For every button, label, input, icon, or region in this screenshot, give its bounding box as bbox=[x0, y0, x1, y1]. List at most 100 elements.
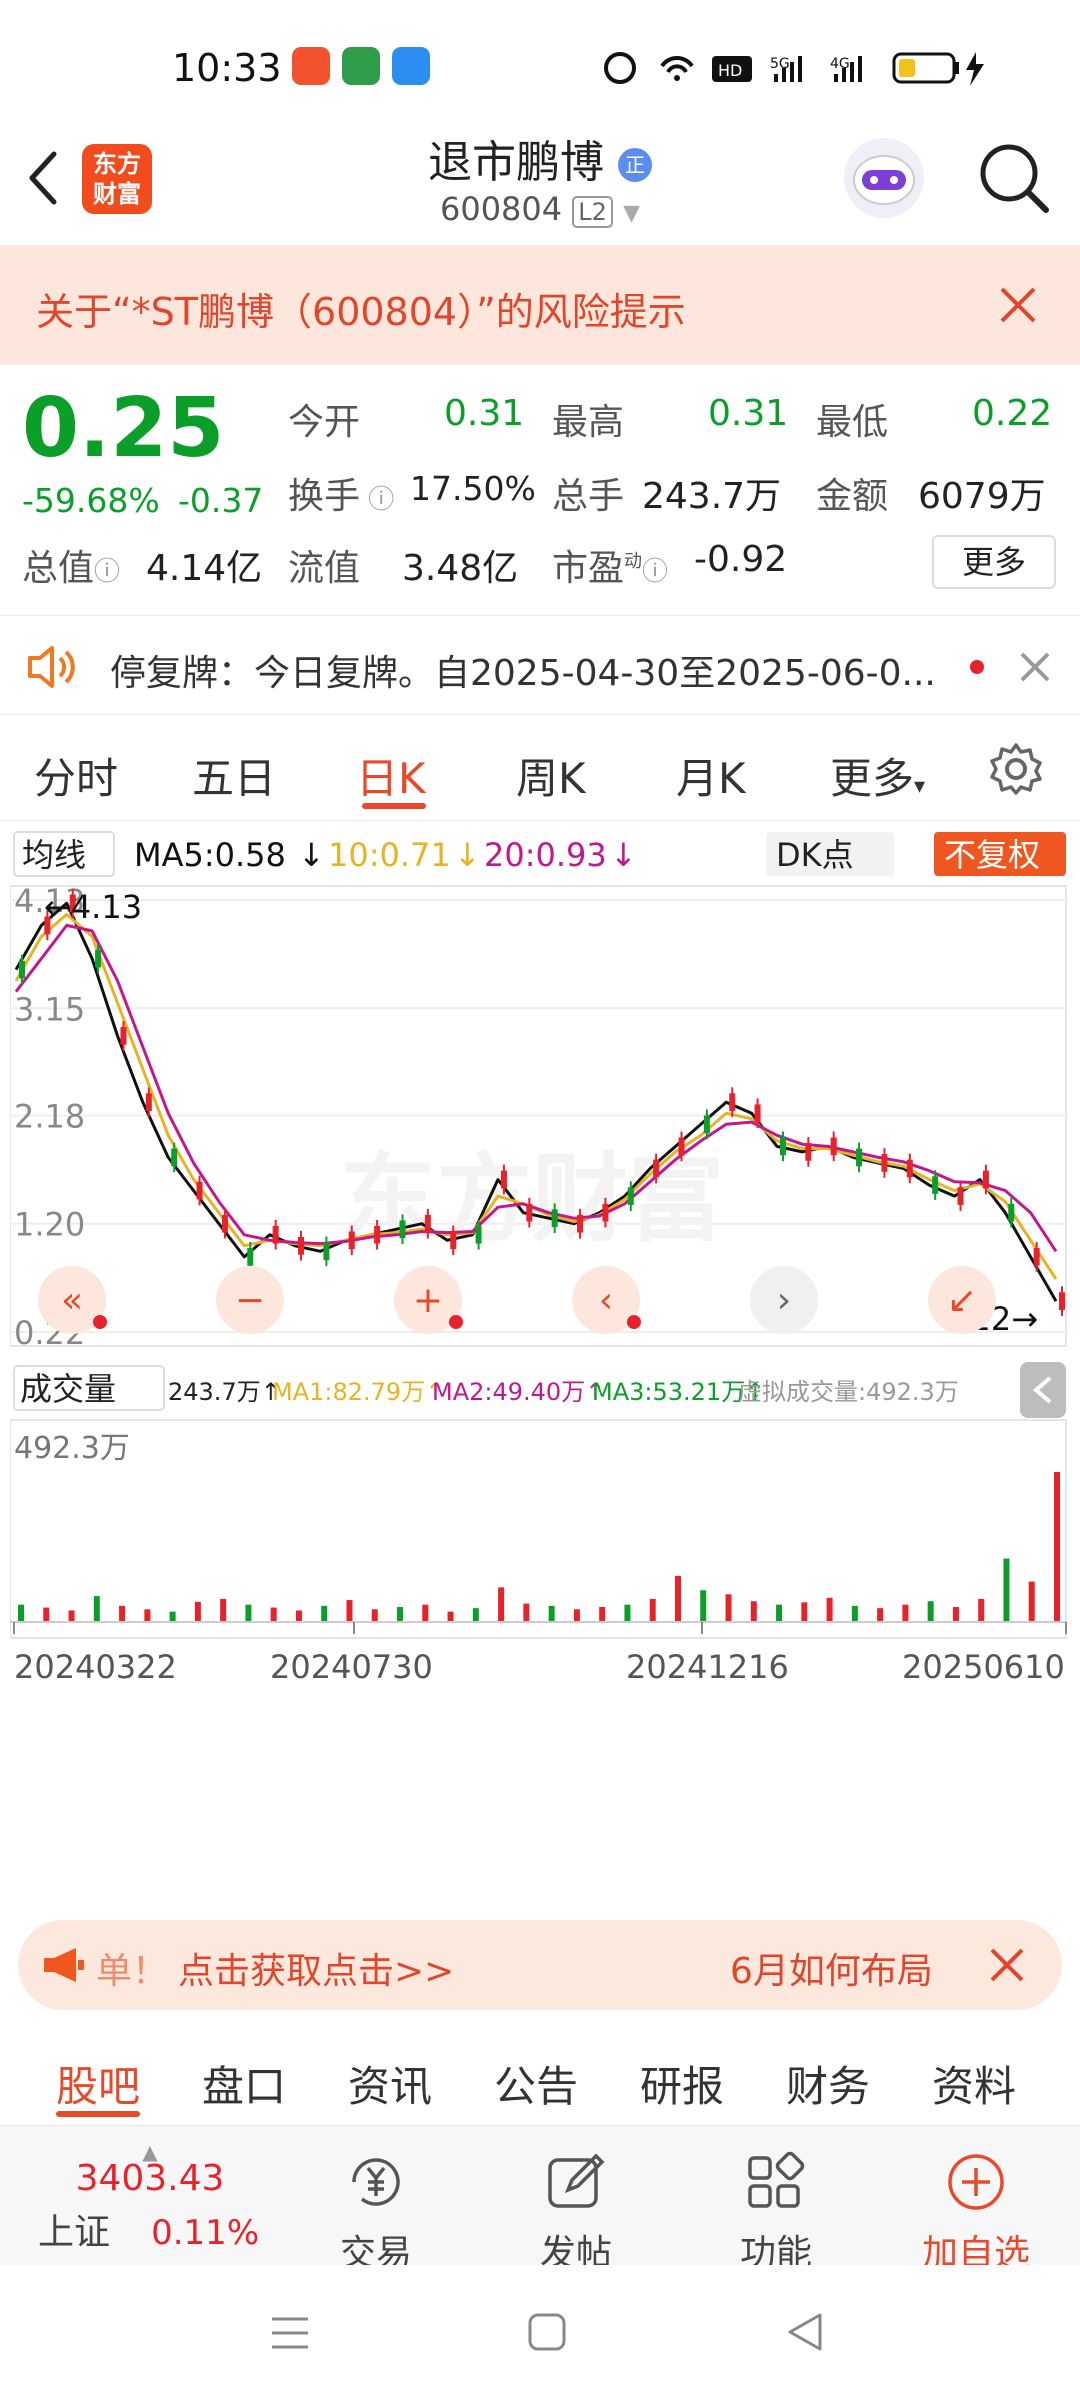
chart-canvas[interactable]: 均线 MA5:0.58 ↓ 10:0.71 ↓ 20:0.93 ↓ DK点 不复… bbox=[10, 822, 1070, 1900]
suspension-notice[interactable]: 停复牌：今日复牌。自2025-04-30至2025-06-0... bbox=[0, 615, 1080, 715]
vol-ma2: MA2:49.40万↑ bbox=[432, 1378, 605, 1406]
candle-body bbox=[500, 1170, 507, 1189]
volume-value: 243.7万↑ bbox=[168, 1378, 281, 1406]
chart-control-button[interactable]: + bbox=[394, 1266, 463, 1334]
candle-body bbox=[95, 949, 102, 968]
search-icon[interactable] bbox=[976, 140, 1052, 216]
candle-body bbox=[982, 1170, 989, 1189]
float-label: 流值 bbox=[288, 548, 361, 589]
robot-assistant-icon[interactable] bbox=[840, 134, 928, 222]
candle-body bbox=[577, 1214, 584, 1233]
ma5-value: MA5:0.58 bbox=[134, 836, 286, 874]
candle-body bbox=[856, 1148, 863, 1167]
risk-warning-text: 关于“*ST鹏博（600804）”的风险提示 bbox=[36, 290, 686, 334]
unread-dot bbox=[970, 660, 984, 674]
volume-bar bbox=[877, 1608, 884, 1622]
candle-body bbox=[399, 1220, 406, 1239]
yuan-icon bbox=[352, 2158, 400, 2206]
volume-bar bbox=[952, 1607, 959, 1622]
chart-control-button[interactable]: ↙ bbox=[928, 1266, 996, 1334]
candle-body bbox=[323, 1242, 330, 1261]
candle-body bbox=[475, 1225, 482, 1244]
candle-body bbox=[171, 1148, 178, 1167]
risk-warning-banner[interactable]: 关于“*ST鹏博（600804）”的风险提示 bbox=[0, 245, 1080, 365]
x-tick-label: 20250610 bbox=[902, 1648, 1065, 1686]
post-button[interactable]: 发帖 bbox=[506, 2150, 646, 2276]
volume-bar bbox=[649, 1598, 656, 1622]
home-icon[interactable] bbox=[526, 2311, 568, 2353]
volume-bar bbox=[573, 1609, 580, 1622]
index-name: 上证 bbox=[38, 2212, 111, 2253]
high-value: 0.31 bbox=[708, 393, 789, 434]
volume-bar bbox=[447, 1611, 454, 1622]
index-value: 3403.43 bbox=[75, 2158, 225, 2199]
alert-dot bbox=[93, 1315, 107, 1329]
tab-more[interactable]: 更多▾ bbox=[830, 745, 925, 806]
volume-bar bbox=[674, 1575, 681, 1622]
close-icon[interactable] bbox=[988, 1946, 1026, 1984]
chart-control-button[interactable]: ‹ bbox=[572, 1266, 641, 1334]
index-ticker[interactable]: ▲ 3403.43 上证 0.11% bbox=[30, 2140, 270, 2255]
candle-body bbox=[1033, 1248, 1040, 1266]
ma20-value: 20:0.93 bbox=[484, 836, 607, 874]
virtual-volume: 虚拟成交量:492.3万 bbox=[738, 1378, 959, 1406]
tab-announcements[interactable]: 公告 bbox=[494, 2053, 578, 2114]
close-icon[interactable] bbox=[1018, 650, 1052, 684]
tab-monthly-k[interactable]: 月K bbox=[676, 745, 746, 806]
app-notification-icon bbox=[292, 47, 330, 85]
more-button[interactable]: 更多 bbox=[932, 535, 1056, 589]
trade-button[interactable]: 交易 bbox=[306, 2150, 446, 2276]
tab-forum[interactable]: 股吧 bbox=[56, 2053, 140, 2114]
ma5-arrow: ↓ bbox=[298, 836, 325, 874]
tab-weekly-k[interactable]: 周K bbox=[516, 745, 586, 806]
menu-icon[interactable] bbox=[270, 2313, 310, 2353]
mktcap-label: 总值ⓘ bbox=[22, 548, 121, 589]
pe-value: -0.92 bbox=[694, 539, 788, 580]
functions-button[interactable]: 功能 bbox=[706, 2150, 846, 2276]
candle-body bbox=[424, 1214, 431, 1233]
tab-financials[interactable]: 财务 bbox=[786, 2053, 870, 2114]
tab-five-day[interactable]: 五日 bbox=[192, 745, 276, 806]
volume-bar bbox=[346, 1600, 353, 1622]
active-tab-indicator bbox=[56, 2111, 140, 2117]
open-label: 今开 bbox=[288, 402, 361, 443]
kline-chart[interactable]: 均线 MA5:0.58 ↓ 10:0.71 ↓ 20:0.93 ↓ DK点 不复… bbox=[10, 822, 1070, 1900]
change-percent: -59.68% bbox=[22, 481, 160, 520]
alert-dot bbox=[449, 1315, 463, 1329]
chart-control-button[interactable]: − bbox=[216, 1266, 284, 1334]
stock-name-text: 退市鹏博 bbox=[428, 137, 604, 188]
app-notification-icon bbox=[392, 47, 430, 85]
candle-body bbox=[221, 1214, 228, 1233]
chart-control-button[interactable]: « bbox=[38, 1266, 107, 1334]
candle-body bbox=[805, 1143, 812, 1161]
chart-control-button[interactable]: › bbox=[750, 1266, 818, 1334]
collapse-panel-button[interactable] bbox=[1020, 1362, 1066, 1418]
tab-intraday[interactable]: 分时 bbox=[34, 745, 118, 806]
amount-label: 金额 bbox=[816, 476, 889, 517]
candle-body bbox=[957, 1187, 964, 1205]
candle-body bbox=[678, 1137, 685, 1156]
megaphone-icon bbox=[44, 1948, 84, 1982]
tab-profile[interactable]: 资料 bbox=[932, 2053, 1016, 2114]
volume-bar bbox=[321, 1605, 328, 1622]
close-icon[interactable] bbox=[998, 285, 1038, 325]
add-watchlist-button[interactable]: 加自选 bbox=[906, 2150, 1046, 2276]
candle-body bbox=[754, 1104, 761, 1123]
settings-gear-icon[interactable] bbox=[988, 741, 1044, 797]
tab-daily-k[interactable]: 日K bbox=[356, 745, 426, 806]
tab-research[interactable]: 研报 bbox=[640, 2053, 724, 2114]
tab-orderbook[interactable]: 盘口 bbox=[202, 2053, 286, 2114]
y-tick-label: 2.18 bbox=[14, 1097, 85, 1135]
promo-banner[interactable]: 单！ 点击获取点击>> 6月如何布局 bbox=[18, 1920, 1062, 2010]
volume-bar bbox=[169, 1611, 176, 1622]
max-annotation: ←4.13 bbox=[44, 888, 142, 926]
high-label: 最高 bbox=[552, 402, 625, 443]
status-bar: 10:33 HD 5G 4G bbox=[0, 0, 1080, 130]
chart-control-icon: ↙ bbox=[947, 1280, 977, 1321]
volume-bar bbox=[371, 1609, 378, 1622]
back-nav-icon[interactable] bbox=[784, 2311, 826, 2353]
promo-cta[interactable]: 点击获取点击>> bbox=[178, 1942, 454, 1994]
tab-news[interactable]: 资讯 bbox=[348, 2053, 432, 2114]
dk-label: DK点 bbox=[776, 836, 854, 874]
candle-body bbox=[551, 1209, 558, 1228]
